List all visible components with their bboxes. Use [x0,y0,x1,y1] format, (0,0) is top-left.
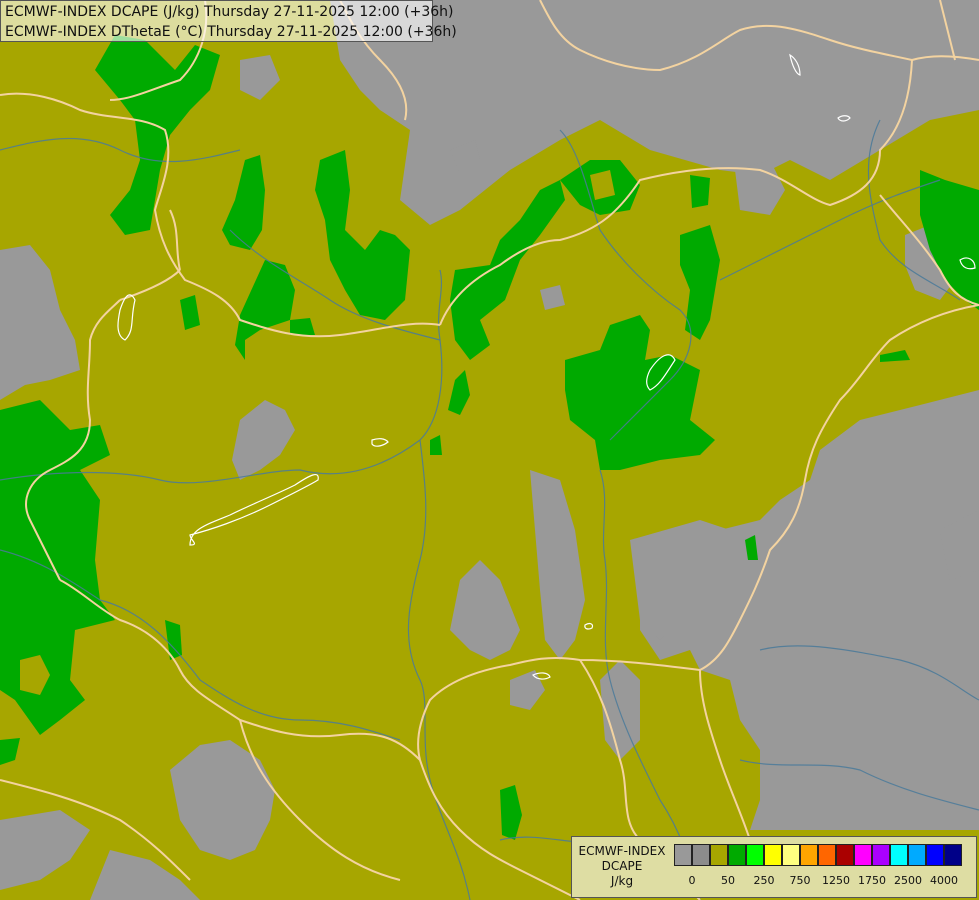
legend-swatch [800,844,818,866]
legend-tick-label: 1250 [822,874,850,887]
legend-swatch [710,844,728,866]
legend-swatch [908,844,926,866]
legend-title-line: ECMWF-INDEX [578,844,666,858]
title-line-dthetae: ECMWF-INDEX DThetaE (°C) Thursday 27-11-… [5,24,457,40]
map-title-box: ECMWF-INDEX DCAPE (J/kg) Thursday 27-11-… [0,0,457,42]
legend-tick-label: 1750 [858,874,886,887]
legend-swatch [746,844,764,866]
legend-swatch [890,844,908,866]
legend-swatch [764,844,782,866]
legend-tick-label: 50 [721,874,735,887]
title-line-dcape: ECMWF-INDEX DCAPE (J/kg) Thursday 27-11-… [5,4,454,20]
legend-swatch [782,844,800,866]
legend-tick-label: 2500 [894,874,922,887]
legend-tick-label: 250 [753,874,775,887]
legend-swatch [926,844,944,866]
dcape-legend: ECMWF-INDEX DCAPE J/kg 0 50 250 750 1250 1750… [571,836,977,898]
legend-tick-label: 750 [789,874,811,887]
legend-title-line: DCAPE [601,859,643,873]
legend-swatch [854,844,872,866]
legend-swatch [674,844,692,866]
legend-tick-label: 0 [688,874,696,887]
legend-swatch [944,844,962,866]
legend-swatches [674,844,962,866]
legend-tick-label: 4000 [930,874,958,887]
legend-swatch [728,844,746,866]
legend-swatch [818,844,836,866]
legend-swatch [692,844,710,866]
legend-tick-labels: 0 50 250 750 1250 1750 2500 4000 [572,874,978,888]
weather-map [0,0,979,900]
legend-swatch [872,844,890,866]
legend-swatch [836,844,854,866]
